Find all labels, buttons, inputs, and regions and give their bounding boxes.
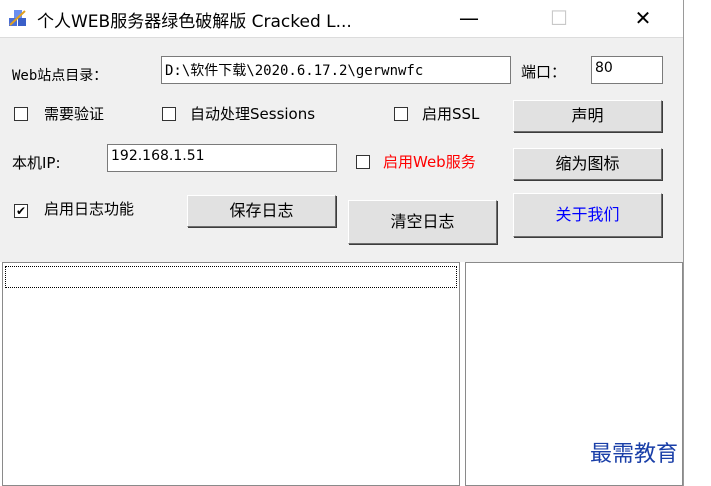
enable-ssl-checkbox[interactable] (394, 107, 408, 121)
require-auth-checkbox[interactable] (14, 107, 28, 121)
local-ip-label: 本机IP: (12, 154, 61, 172)
app-icon (9, 10, 26, 26)
port-input[interactable]: 80 (591, 56, 663, 84)
web-root-label: Web站点目录： (12, 68, 108, 84)
auto-sessions-label: 自动处理Sessions (190, 105, 316, 123)
close-button[interactable]: ✕ (620, 0, 666, 36)
watermark-text: 最需教育 (590, 442, 679, 467)
main-window: 个人WEB服务器绿色破解版 Cracked L... — ☐ ✕ Web站点目录… (0, 0, 683, 486)
enable-ssl-label: 启用SSL (422, 105, 480, 123)
statement-button[interactable]: 声明 (513, 100, 662, 132)
log-listbox[interactable] (2, 262, 460, 486)
window-title: 个人WEB服务器绿色破解版 Cracked L... (37, 12, 352, 32)
web-root-input[interactable]: D:\软件下载\2020.6.17.2\gerwnwfc (161, 56, 511, 84)
auto-sessions-checkbox[interactable] (162, 107, 176, 121)
enable-web-label: 启用Web服务 (383, 153, 476, 171)
about-us-button[interactable]: 关于我们 (513, 193, 662, 237)
maximize-button[interactable]: ☐ (536, 0, 582, 36)
minimize-button[interactable]: — (446, 0, 492, 36)
local-ip-input[interactable]: 192.168.1.51 (107, 144, 337, 172)
enable-log-checkbox[interactable]: ✔ (14, 204, 28, 218)
port-label: 端口： (521, 63, 567, 81)
settings-panel: Web站点目录： D:\软件下载\2020.6.17.2\gerwnwfc 端口… (0, 38, 683, 262)
enable-log-label: 启用日志功能 (44, 200, 135, 218)
minimize-to-icon-button[interactable]: 缩为图标 (513, 148, 662, 180)
title-bar[interactable]: 个人WEB服务器绿色破解版 Cracked L... — ☐ ✕ (0, 0, 683, 37)
save-log-button[interactable]: 保存日志 (187, 195, 336, 227)
require-auth-label: 需要验证 (44, 105, 105, 123)
enable-web-checkbox[interactable] (356, 155, 370, 169)
window-edge (683, 0, 684, 486)
clear-log-button[interactable]: 清空日志 (348, 200, 497, 244)
focus-rectangle (5, 266, 457, 288)
